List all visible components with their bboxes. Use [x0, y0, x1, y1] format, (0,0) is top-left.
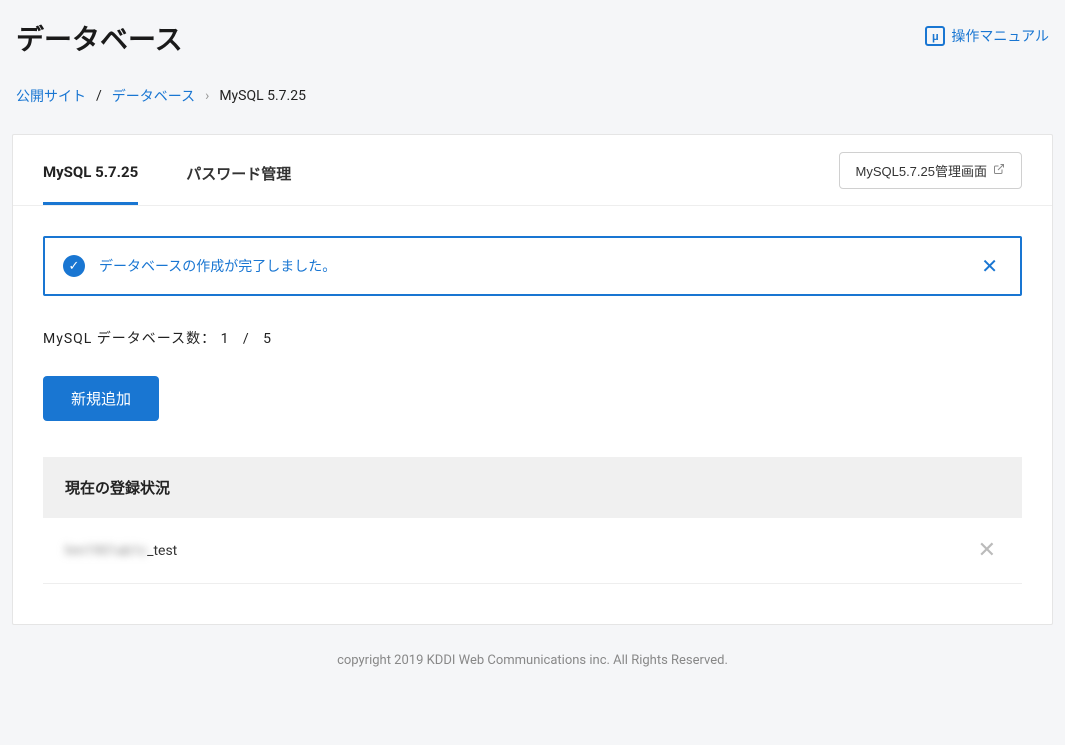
db-count-current: 1 — [221, 331, 230, 347]
main-card: MySQL 5.7.25 パスワード管理 MySQL5.7.25管理画面 ✓ デ… — [12, 134, 1053, 625]
alert-close-button[interactable]: ✕ — [977, 254, 1002, 278]
db-count-max: 5 — [263, 331, 272, 347]
admin-panel-button[interactable]: MySQL5.7.25管理画面 — [839, 152, 1023, 189]
external-link-icon — [993, 163, 1005, 178]
success-alert: ✓ データベースの作成が完了しました。 ✕ — [43, 236, 1022, 296]
section-header: 現在の登録状況 — [43, 457, 1022, 518]
breadcrumb-slash: / — [96, 88, 102, 104]
tab-password[interactable]: パスワード管理 — [186, 135, 291, 205]
breadcrumb-link-database[interactable]: データベース — [112, 86, 195, 106]
breadcrumb-link-site[interactable]: 公開サイト — [16, 86, 86, 106]
db-count-sep: / — [243, 331, 250, 347]
manual-link-label: 操作マニュアル — [951, 26, 1049, 46]
db-count-label: MySQL データベース数： — [43, 331, 216, 347]
db-delete-button[interactable]: ✕ — [974, 538, 1000, 563]
db-count-line: MySQL データベース数： 1 / 5 — [43, 328, 1022, 348]
db-name: hm1901ab1c_test — [65, 543, 177, 559]
add-new-button[interactable]: 新規追加 — [43, 376, 159, 421]
page-title: データベース — [16, 18, 183, 58]
db-name-suffix: _test — [147, 543, 177, 559]
alert-message: データベースの作成が完了しました。 — [99, 256, 336, 276]
db-name-prefix: hm1901ab1c — [65, 543, 147, 559]
breadcrumb-current: MySQL 5.7.25 — [219, 88, 306, 104]
db-row: hm1901ab1c_test ✕ — [43, 518, 1022, 584]
breadcrumb: 公開サイト / データベース › MySQL 5.7.25 — [0, 58, 1065, 122]
manual-link[interactable]: μ 操作マニュアル — [925, 18, 1049, 46]
tab-mysql[interactable]: MySQL 5.7.25 — [43, 135, 138, 205]
footer-copyright: copyright 2019 KDDI Web Communications i… — [0, 625, 1065, 696]
admin-panel-label: MySQL5.7.25管理画面 — [856, 161, 988, 180]
manual-icon: μ — [925, 26, 945, 46]
check-icon: ✓ — [63, 255, 85, 277]
breadcrumb-separator: › — [205, 88, 209, 104]
tabs: MySQL 5.7.25 パスワード管理 — [43, 135, 291, 205]
